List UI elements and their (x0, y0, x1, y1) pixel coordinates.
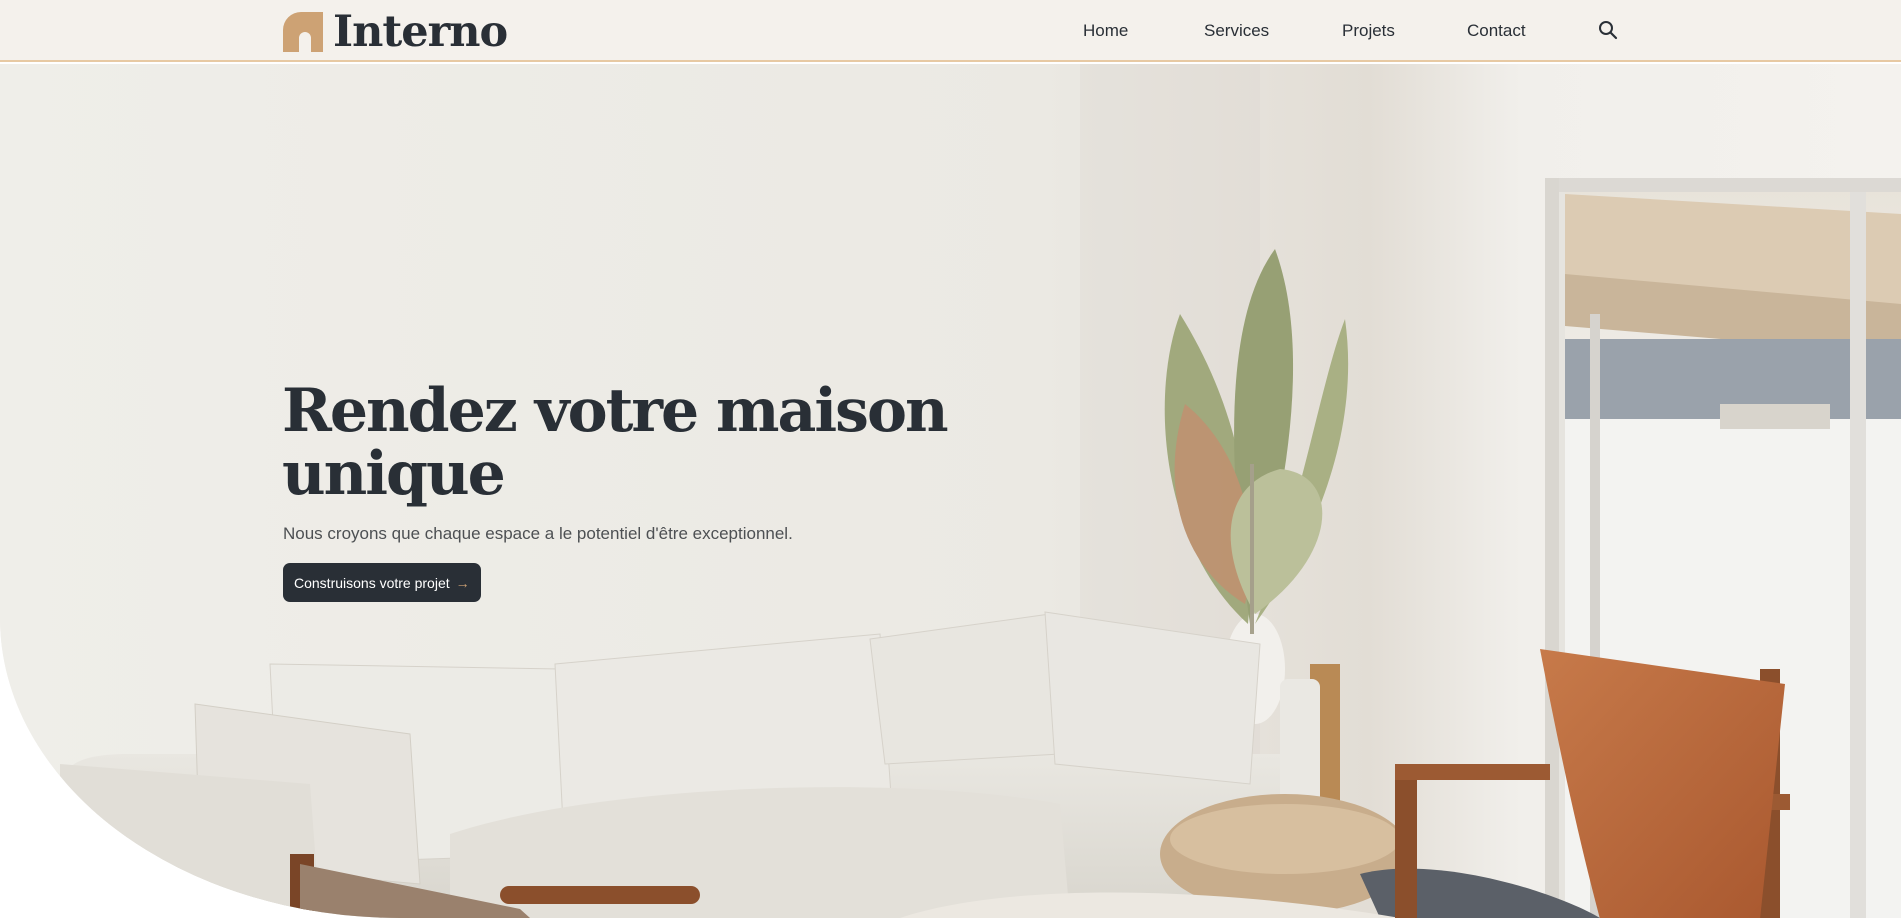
hero-subtitle: Nous croyons que chaque espace a le pote… (283, 524, 793, 543)
nav-projets[interactable]: Projets (1342, 19, 1395, 43)
hero-section: Rendez votre maison unique Nous croyons … (0, 64, 1901, 918)
search-icon[interactable] (1598, 20, 1618, 40)
nav-services[interactable]: Services (1204, 19, 1269, 43)
cta-label: Construisons votre projet (294, 574, 450, 591)
cta-button[interactable]: Construisons votre projet → (283, 563, 481, 602)
site-header: Interno Home Services Projets Contact (0, 0, 1901, 62)
nav-contact[interactable]: Contact (1467, 19, 1526, 43)
hero-title: Rendez votre maison unique (282, 376, 949, 509)
nav-home[interactable]: Home (1083, 19, 1128, 43)
arrow-right-icon: → (455, 574, 470, 591)
